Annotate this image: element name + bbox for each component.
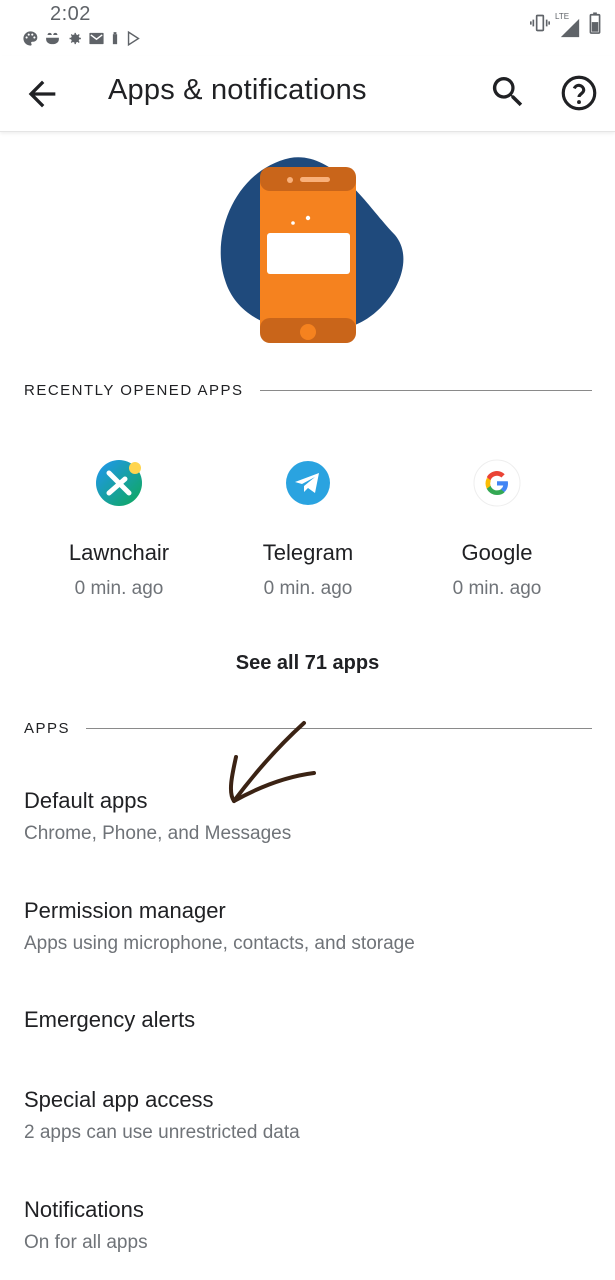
system-status-icons: LTE — [529, 12, 601, 39]
app-name: Telegram — [262, 540, 354, 565]
hand-drawn-arrow-annotation — [222, 715, 322, 810]
lte-signal-icon: LTE — [555, 12, 581, 38]
recent-app-telegram[interactable]: Telegram 0 min. ago — [213, 459, 403, 600]
item-summary: 2 apps can use unrestricted data — [24, 1122, 300, 1143]
battery-icon — [589, 12, 601, 39]
app-name: Google — [461, 540, 533, 565]
apps-section-header-label: APPS — [24, 720, 71, 737]
cloud-icon — [44, 30, 61, 47]
telegram-icon — [284, 459, 332, 507]
hero-illustration — [215, 150, 410, 350]
page-title: Apps & notifications — [108, 74, 367, 106]
divider — [259, 390, 592, 391]
divider — [86, 728, 592, 729]
palette-icon — [22, 30, 39, 47]
item-summary: On for all apps — [24, 1232, 148, 1253]
see-all-apps-button[interactable]: See all 71 apps — [0, 652, 615, 675]
item-title: Notifications — [24, 1197, 144, 1222]
special-app-access-item[interactable]: Special app access 2 apps can use unrest… — [24, 1087, 594, 1144]
notification-icons — [22, 30, 142, 47]
recent-apps-header-label: RECENTLY OPENED APPS — [24, 382, 244, 399]
recent-app-google[interactable]: Google 0 min. ago — [402, 459, 592, 600]
emergency-alerts-item[interactable]: Emergency alerts — [24, 1007, 594, 1033]
play-store-icon — [125, 30, 142, 47]
app-last-opened: 0 min. ago — [74, 578, 164, 599]
battery-saver-icon — [110, 30, 120, 47]
item-title: Permission manager — [24, 898, 226, 923]
app-last-opened: 0 min. ago — [452, 578, 542, 599]
search-button[interactable] — [488, 72, 528, 112]
help-icon — [561, 75, 597, 111]
item-summary: Apps using microphone, contacts, and sto… — [24, 933, 415, 954]
vibrate-icon — [529, 13, 551, 38]
app-bar: Apps & notifications — [0, 56, 615, 132]
notifications-item[interactable]: Notifications On for all apps — [24, 1197, 594, 1254]
recent-app-lawnchair[interactable]: Lawnchair 0 min. ago — [24, 459, 214, 600]
app-name: Lawnchair — [68, 540, 170, 565]
status-bar: 2:02 LTE — [0, 0, 615, 56]
app-last-opened: 0 min. ago — [263, 578, 353, 599]
arrow-back-icon — [28, 80, 56, 108]
item-summary: Chrome, Phone, and Messages — [24, 823, 292, 844]
search-icon — [492, 77, 523, 107]
back-button[interactable] — [22, 74, 62, 114]
item-title: Special app access — [24, 1087, 214, 1112]
recent-apps-header: RECENTLY OPENED APPS — [24, 382, 592, 399]
help-button[interactable] — [558, 72, 600, 114]
gmail-icon — [88, 30, 105, 47]
status-time: 2:02 — [50, 3, 91, 25]
lawnchair-icon — [95, 459, 143, 507]
settings-gear-icon — [66, 30, 83, 47]
google-icon — [473, 459, 521, 507]
item-title: Emergency alerts — [24, 1007, 196, 1032]
permission-manager-item[interactable]: Permission manager Apps using microphone… — [24, 898, 594, 955]
